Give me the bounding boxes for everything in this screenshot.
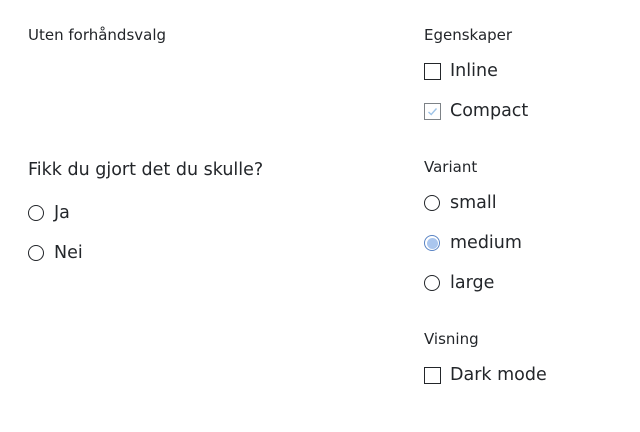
checkbox-label-dark-mode: Dark mode [450, 365, 547, 385]
checkbox-option-inline[interactable]: Inline [424, 59, 624, 83]
radio-label-nei: Nei [54, 243, 83, 263]
radio-option-small[interactable]: small [424, 191, 624, 215]
radio-label-large: large [450, 273, 495, 293]
checkbox-inline[interactable] [424, 63, 441, 80]
question-legend: Fikk du gjort det du skulle? [28, 160, 264, 180]
radio-nei[interactable] [28, 245, 44, 261]
radio-large[interactable] [424, 275, 440, 291]
radio-label-small: small [450, 193, 497, 213]
radio-selected-dot [426, 237, 438, 249]
checkmark-icon [428, 108, 438, 116]
radio-option-nei[interactable]: Nei [28, 241, 148, 265]
radio-small[interactable] [424, 195, 440, 211]
display-legend: Visning [424, 330, 479, 348]
radio-label-ja: Ja [54, 203, 70, 223]
checkbox-option-dark-mode[interactable]: Dark mode [424, 363, 624, 387]
radio-label-medium: medium [450, 233, 522, 253]
radio-ja[interactable] [28, 205, 44, 221]
checkbox-dark-mode[interactable] [424, 367, 441, 384]
radio-option-large[interactable]: large [424, 271, 624, 295]
radio-medium[interactable] [424, 235, 440, 251]
checkbox-label-compact: Compact [450, 101, 529, 121]
checkbox-compact[interactable] [424, 103, 441, 120]
demo-heading: Uten forhåndsvalg [28, 26, 167, 44]
radio-option-medium[interactable]: medium [424, 231, 624, 255]
checkbox-label-inline: Inline [450, 61, 498, 81]
variant-legend: Variant [424, 158, 478, 176]
checkbox-option-compact[interactable]: Compact [424, 99, 624, 123]
properties-legend: Egenskaper [424, 26, 513, 44]
radio-option-ja[interactable]: Ja [28, 201, 148, 225]
